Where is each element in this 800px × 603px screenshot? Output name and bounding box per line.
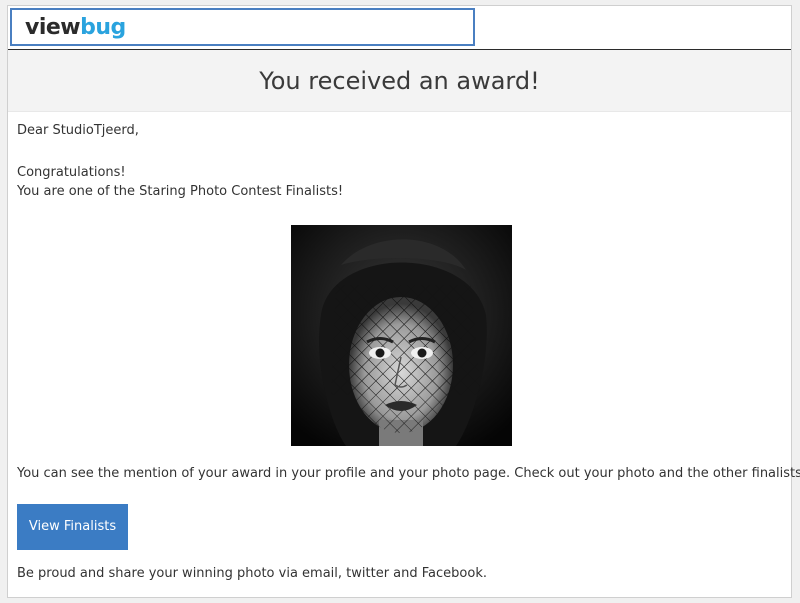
banner-title: You received an award! — [259, 67, 540, 95]
closing-text: Be proud and share your winning photo vi… — [17, 566, 487, 581]
email-container: viewbug You received an award! Dear Stud… — [7, 5, 800, 598]
finalist-text: You are one of the Staring Photo Contest… — [17, 184, 344, 199]
portrait-photo-image — [291, 225, 512, 446]
greeting-text: Dear StudioTjeerd, — [17, 123, 139, 138]
viewbug-logo[interactable]: viewbug — [25, 15, 126, 41]
logo-text-view: view — [25, 15, 81, 40]
congrats-text: Congratulations! — [17, 165, 126, 180]
logo-text-bug: bug — [80, 15, 126, 40]
view-finalists-button[interactable]: View Finalists — [17, 504, 128, 550]
logo-header: viewbug — [10, 8, 475, 46]
award-banner: You received an award! — [8, 50, 791, 112]
winning-photo[interactable] — [291, 225, 512, 446]
mention-text: You can see the mention of your award in… — [17, 466, 800, 481]
